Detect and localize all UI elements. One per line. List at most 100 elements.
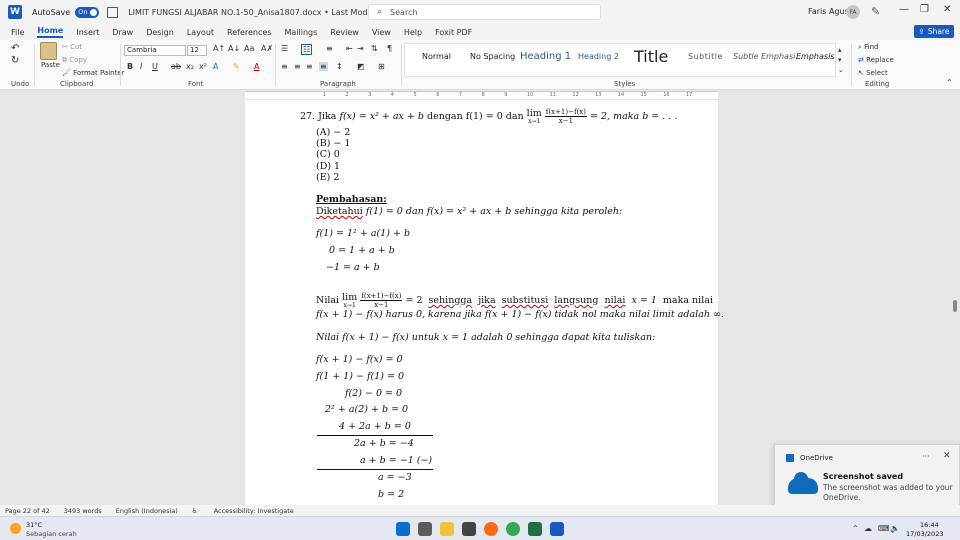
cloud-tray-icon[interactable]: ☁ — [864, 524, 872, 533]
styles-scroll-down-icon[interactable]: ▾ — [838, 56, 842, 64]
weather-temp[interactable]: 31°C — [26, 521, 42, 529]
sort-icon[interactable]: ⇅ — [371, 44, 378, 53]
menu-draw[interactable]: Draw — [112, 28, 133, 37]
search-icon: ⌕ — [377, 7, 383, 17]
undo-icon[interactable]: ↶ — [11, 43, 19, 54]
bold-icon[interactable]: B — [127, 62, 133, 71]
firefox-icon[interactable] — [484, 522, 498, 536]
word-taskbar-icon[interactable] — [550, 522, 564, 536]
chrome-icon[interactable] — [506, 522, 520, 536]
menu-insert[interactable]: Insert — [76, 28, 99, 37]
collapse-ribbon-icon[interactable]: ⌃ — [946, 78, 953, 87]
close-icon[interactable]: ✕ — [943, 451, 951, 461]
copy-button[interactable]: ⧉ Copy — [62, 56, 87, 65]
find-button[interactable]: ⌕ Find — [858, 43, 879, 52]
select-button[interactable]: ↖ Select — [858, 69, 888, 77]
close-icon[interactable]: ✕ — [943, 4, 951, 15]
cut-button[interactable]: ✂ Cut — [62, 43, 82, 51]
align-left-icon[interactable]: ≡ — [281, 62, 288, 71]
autosave-toggle[interactable]: On — [75, 6, 100, 18]
line-spacing-icon[interactable]: ↕ — [336, 62, 343, 71]
style-title[interactable]: Title — [634, 47, 668, 66]
menu-file[interactable]: File — [11, 28, 24, 37]
clock-time[interactable]: 16:44 — [920, 521, 939, 529]
excel-icon[interactable] — [528, 522, 542, 536]
volume-icon[interactable]: 🔈 — [890, 524, 900, 533]
redo-icon[interactable]: ↻ — [11, 55, 19, 66]
increase-indent-icon[interactable]: ⇥ — [357, 44, 364, 53]
task-view-icon[interactable] — [418, 522, 432, 536]
styles-more-icon[interactable]: ⌄ — [838, 66, 844, 74]
highlight-icon[interactable]: ✎ — [233, 62, 240, 71]
style-normal[interactable]: Normal — [422, 52, 451, 61]
show-marks-icon[interactable]: ¶ — [387, 44, 392, 53]
restore-icon[interactable]: ❐ — [920, 4, 929, 15]
font-family-select[interactable]: Cambria — [124, 45, 186, 56]
italic-icon[interactable]: I — [140, 62, 142, 71]
replace-button[interactable]: ⇄ Replace — [858, 56, 894, 64]
avatar[interactable]: FA — [846, 5, 860, 19]
multilevel-list-icon[interactable]: ≡ — [326, 44, 333, 53]
menu-view[interactable]: View — [372, 28, 391, 37]
page-count[interactable]: Page 22 of 42 — [5, 507, 50, 515]
align-center-icon[interactable]: ≡ — [294, 62, 301, 71]
calendar-icon[interactable] — [462, 522, 476, 536]
clock-date[interactable]: 17/03/2023 — [906, 530, 943, 538]
weather-desc[interactable]: Sebagian cerah — [26, 530, 77, 538]
strikethrough-icon[interactable]: ab — [171, 62, 181, 71]
underline-icon[interactable]: U — [152, 62, 158, 71]
bullets-icon[interactable]: ☰ — [281, 44, 288, 53]
menu-references[interactable]: References — [227, 28, 271, 37]
menu-review[interactable]: Review — [330, 28, 359, 37]
paste-icon[interactable] — [40, 42, 57, 60]
font-size-select[interactable]: 12 — [187, 45, 207, 56]
menu-foxit-pdf[interactable]: Foxit PDF — [435, 28, 472, 37]
borders-icon[interactable]: ⊞ — [378, 62, 385, 71]
grow-font-icon[interactable]: A↑ — [213, 44, 225, 53]
file-explorer-icon[interactable] — [440, 522, 454, 536]
weather-sun-icon[interactable] — [10, 523, 21, 534]
styles-scroll-up-icon[interactable]: ▴ — [838, 46, 842, 54]
pen-icon[interactable]: ✎ — [871, 5, 880, 18]
style-heading-2[interactable]: Heading 2 — [578, 52, 619, 61]
align-right-icon[interactable]: ≡ — [306, 62, 313, 71]
word-count[interactable]: 3493 words — [64, 507, 102, 515]
format-painter-button[interactable]: 🖌 Format Painter — [62, 69, 125, 77]
menu-home[interactable]: Home — [37, 26, 64, 38]
style-heading-1[interactable]: Heading 1 — [520, 51, 571, 62]
numbering-icon[interactable]: ☷ — [301, 44, 313, 55]
menu-layout[interactable]: Layout — [187, 28, 214, 37]
shading-icon[interactable]: ◩ — [357, 62, 365, 71]
style-emphasis[interactable]: Emphasis — [796, 52, 834, 61]
start-icon[interactable] — [396, 522, 410, 536]
minimize-icon[interactable]: — — [899, 4, 909, 15]
accessibility-status[interactable]: ♿ Accessibility: Investigate — [192, 507, 308, 515]
clear-formatting-icon[interactable]: A✗ — [261, 44, 273, 53]
change-case-icon[interactable]: Aa — [244, 44, 254, 53]
text-effects-icon[interactable]: A — [213, 62, 218, 71]
menu-help[interactable]: Help — [404, 28, 422, 37]
language[interactable]: English (Indonesia) — [116, 507, 178, 515]
language-tray-icon[interactable]: ⌨ — [878, 524, 890, 533]
style-no-spacing[interactable]: No Spacing — [470, 52, 515, 61]
superscript-icon[interactable]: x² — [199, 62, 207, 71]
search-placeholder: Search — [390, 7, 418, 17]
more-options-icon[interactable]: ··· — [922, 452, 930, 461]
menu-mailings[interactable]: Mailings — [284, 28, 317, 37]
search-box[interactable]: ⌕ Search — [368, 4, 601, 20]
paste-button[interactable]: Paste — [41, 61, 60, 69]
decrease-indent-icon[interactable]: ⇤ — [346, 44, 353, 53]
justify-icon[interactable]: ≡ — [319, 62, 328, 71]
style-subtitle[interactable]: Subtitle — [688, 52, 723, 61]
share-button[interactable]: ⇪ Share — [914, 25, 954, 38]
save-icon[interactable] — [107, 6, 119, 18]
document-page[interactable]: 27. Jika f(x) = x² + ax + b dengan f(1) … — [245, 100, 724, 505]
replace-icon: ⇄ — [858, 56, 867, 64]
scrollbar-thumb[interactable] — [953, 300, 957, 312]
shrink-font-icon[interactable]: A↓ — [228, 44, 240, 53]
style-subtle-emphasis[interactable]: Subtle Emphasi... — [733, 52, 803, 61]
chevron-up-icon[interactable]: ⌃ — [852, 524, 859, 533]
font-color-icon[interactable]: A — [254, 62, 259, 71]
subscript-icon[interactable]: x₂ — [186, 62, 194, 71]
menu-design[interactable]: Design — [146, 28, 174, 37]
